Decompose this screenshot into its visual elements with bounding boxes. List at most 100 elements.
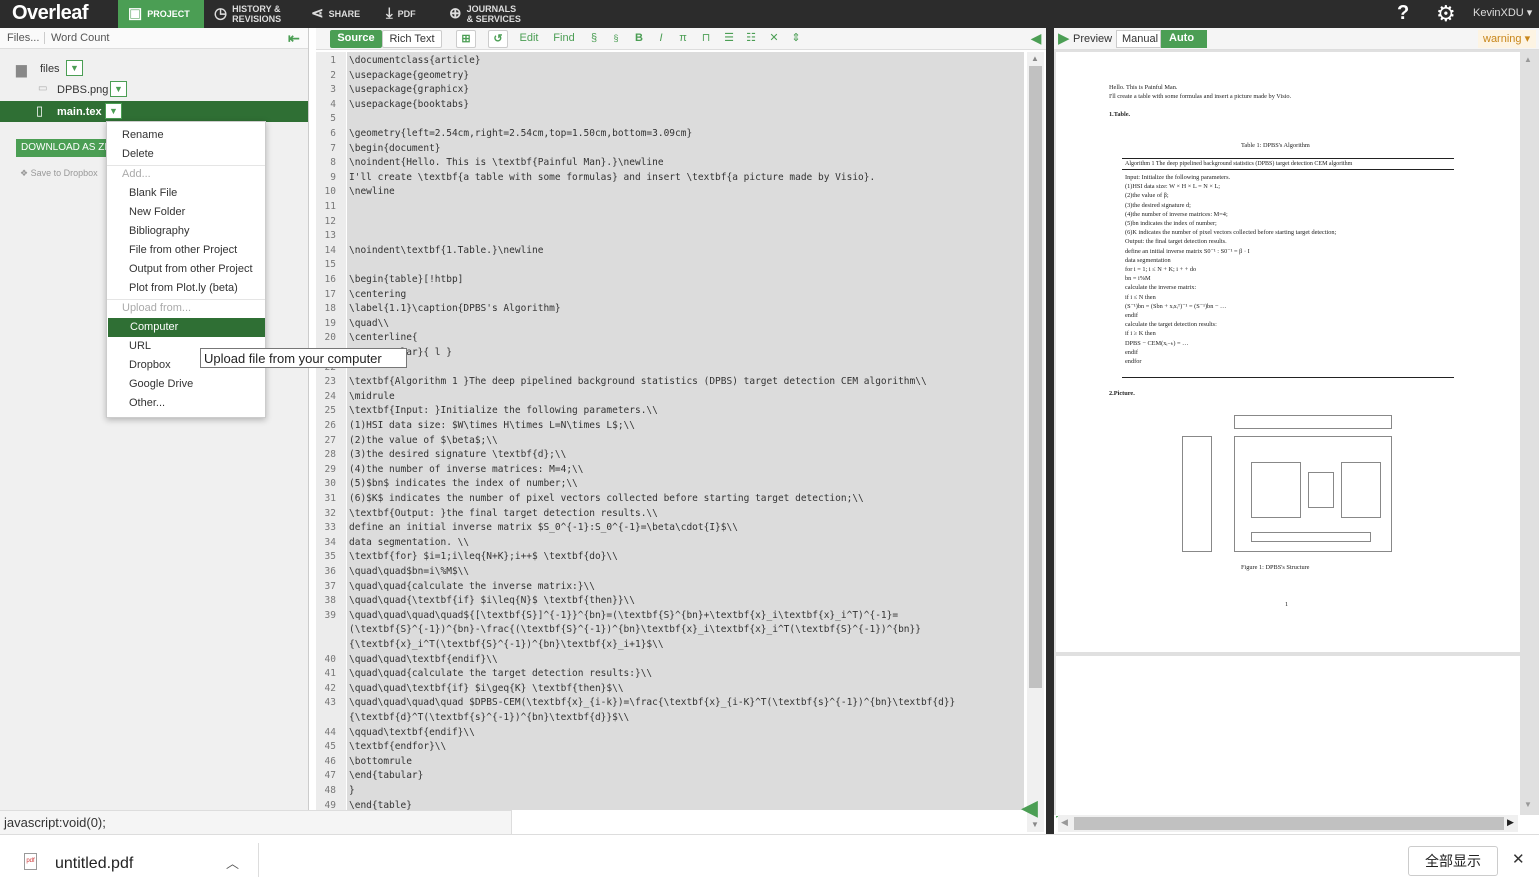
- warning-dropdown[interactable]: warning ▾: [1478, 30, 1536, 48]
- code-line[interactable]: (5)$bn$ indicates the index of number;\\: [349, 477, 578, 491]
- scroll-up-icon[interactable]: ▲: [1031, 54, 1039, 63]
- code-line[interactable]: (4)the number of inverse matrices: M=4;\…: [349, 463, 584, 477]
- code-line[interactable]: \midrule: [349, 390, 395, 404]
- code-line[interactable]: \textbf{Input: }Initialize the following…: [349, 404, 658, 418]
- menu-delete[interactable]: Delete: [107, 145, 265, 164]
- history-nav-button[interactable]: ◷HISTORY &REVISIONS: [214, 0, 294, 28]
- symbol-button[interactable]: ⊓: [700, 30, 712, 48]
- code-line[interactable]: \begin{table}[!htbp]: [349, 273, 463, 287]
- code-line[interactable]: (6)$K$ indicates the number of pixel vec…: [349, 492, 864, 506]
- menu-upload-google-drive[interactable]: Google Drive: [107, 375, 265, 394]
- code-line[interactable]: \begin{document}: [349, 142, 441, 156]
- code-line[interactable]: I'll create \textbf{a table with some fo…: [349, 171, 875, 185]
- code-line[interactable]: \quad\quad\textbf{if} $i\geq{K} \textbf{…: [349, 682, 624, 696]
- project-nav-button[interactable]: ▣PROJECT: [118, 0, 204, 28]
- code-editor[interactable]: \documentclass{article}\usepackage{geome…: [347, 52, 1024, 810]
- code-line[interactable]: \end{tabular}: [349, 769, 423, 783]
- code-line[interactable]: \textbf{for} $i=1;i\leq{N+K};i++$ \textb…: [349, 550, 618, 564]
- scroll-down-icon[interactable]: ▼: [1031, 820, 1039, 829]
- add-comment-icon[interactable]: ⊞: [456, 30, 476, 48]
- menu-file-other-project[interactable]: File from other Project: [107, 241, 265, 260]
- code-line[interactable]: \qquad\textbf{endif}\\: [349, 726, 475, 740]
- save-dropbox-link[interactable]: ❖ Save to Dropbox: [20, 168, 98, 179]
- code-line[interactable]: \end{table}: [349, 799, 412, 810]
- menu-upload-other[interactable]: Other...: [107, 394, 265, 413]
- file-dpbs-png[interactable]: DPBS.png: [57, 84, 108, 96]
- folder-menu-button[interactable]: ▼: [66, 60, 83, 76]
- collapse-icon[interactable]: ✕: [766, 30, 782, 48]
- file-main-tex-selected[interactable]: ▯ main.tex ▼: [0, 101, 308, 122]
- menu-bibliography[interactable]: Bibliography: [107, 222, 265, 241]
- menu-output-other-project[interactable]: Output from other Project: [107, 260, 265, 279]
- code-line[interactable]: \quad\quad\textbf{endif}\\: [349, 653, 498, 667]
- editor-scroll-thumb[interactable]: [1029, 66, 1042, 688]
- italic-button[interactable]: I: [655, 30, 667, 48]
- math-button[interactable]: π: [677, 30, 689, 48]
- bold-button[interactable]: B: [632, 30, 646, 48]
- code-line[interactable]: \label{1.1}\caption{DPBS's Algorithm}: [349, 302, 561, 316]
- code-line[interactable]: \usepackage{booktabs}: [349, 98, 469, 112]
- collapse-pane-icon[interactable]: ⇤: [288, 31, 304, 45]
- menu-rename[interactable]: Rename: [107, 126, 265, 145]
- code-line[interactable]: \noindent{Hello. This is \textbf{Painful…: [349, 156, 664, 170]
- history-toggle-icon[interactable]: ↺: [488, 30, 508, 48]
- download-filename[interactable]: untitled.pdf: [55, 855, 133, 873]
- expand-icon[interactable]: ⇕: [788, 30, 804, 48]
- journals-nav-button[interactable]: ⊕JOURNALS& SERVICES: [449, 0, 539, 28]
- recompile-arrow-icon[interactable]: ▶: [1058, 29, 1070, 47]
- hscroll-left-icon[interactable]: ◀: [1061, 817, 1068, 828]
- code-line[interactable]: \noindent\textbf{1.Table.}\newline: [349, 244, 543, 258]
- show-all-button[interactable]: 全部显示: [1408, 846, 1498, 876]
- find-button[interactable]: Find: [552, 30, 576, 48]
- code-line[interactable]: \quad\quad{calculate the inverse matrix:…: [349, 580, 595, 594]
- help-icon[interactable]: ?: [1397, 2, 1409, 25]
- code-line[interactable]: (\textbf{S}^{-1})^{bn}-\frac{(\textbf{S}…: [349, 623, 921, 637]
- code-line[interactable]: \centering: [349, 288, 406, 302]
- code-line[interactable]: data segmentation. \\: [349, 536, 469, 550]
- close-download-bar-icon[interactable]: ✕: [1512, 850, 1525, 868]
- code-line[interactable]: {\textbf{d}^T(\textbf{s}^{-1})^{bn}\text…: [349, 711, 629, 725]
- code-line[interactable]: {\textbf{x}_i^T(\textbf{S}^{-1})^{bn}\te…: [349, 638, 664, 652]
- code-line[interactable]: \bottomrule: [349, 755, 412, 769]
- gear-icon[interactable]: ⚙: [1436, 1, 1456, 27]
- word-count-tab[interactable]: Word Count: [44, 32, 110, 44]
- code-line[interactable]: \textbf{Output: }the final target detect…: [349, 507, 658, 521]
- code-line[interactable]: \quad\quad$bn=i\%M$\\: [349, 565, 469, 579]
- code-line[interactable]: define an initial inverse matrix $S_0^{-…: [349, 521, 738, 535]
- code-line[interactable]: }: [349, 784, 355, 798]
- preview-scroll-down-icon[interactable]: ▼: [1524, 800, 1532, 809]
- hscroll-right-icon[interactable]: ▶: [1507, 817, 1514, 828]
- menu-blank-file[interactable]: Blank File: [107, 184, 265, 203]
- files-tab[interactable]: Files...: [7, 32, 39, 44]
- expand-left-arrow-icon[interactable]: ◀: [1021, 795, 1038, 821]
- download-chevron-icon[interactable]: ︿: [226, 853, 239, 872]
- code-line[interactable]: \quad\quad\quad\quad${[\textbf{S}]^{-1}}…: [349, 609, 898, 623]
- code-line[interactable]: (1)HSI data size: $W\times H\times L=N\t…: [349, 419, 635, 433]
- code-line[interactable]: \quad\quad{calculate the target detectio…: [349, 667, 652, 681]
- code-line[interactable]: \newline: [349, 185, 395, 199]
- auto-compile-button[interactable]: Auto: [1161, 30, 1207, 48]
- file-menu-button[interactable]: ▼: [110, 81, 127, 97]
- preview-scroll-up-icon[interactable]: ▲: [1524, 55, 1532, 64]
- download-zip-button[interactable]: DOWNLOAD AS ZIP: [16, 139, 114, 157]
- menu-upload-computer[interactable]: Computer: [108, 318, 265, 337]
- source-mode-button[interactable]: Source: [330, 30, 382, 48]
- code-line[interactable]: \textbf{Algorithm 1 }The deep pipelined …: [349, 375, 927, 389]
- code-line[interactable]: \quad\\: [349, 317, 389, 331]
- rich-text-mode-button[interactable]: Rich Text: [382, 30, 442, 48]
- pane-splitter[interactable]: [1046, 28, 1054, 834]
- main-tex-menu-button[interactable]: ▼: [105, 103, 122, 119]
- numbered-list-icon[interactable]: ☰: [720, 30, 738, 48]
- folder-name[interactable]: files: [40, 63, 60, 75]
- code-line[interactable]: \usepackage{graphicx}: [349, 83, 469, 97]
- menu-plotly[interactable]: Plot from Plot.ly (beta): [107, 279, 265, 298]
- code-line[interactable]: \textbf{endfor}\\: [349, 740, 446, 754]
- code-line[interactable]: \geometry{left=2.54cm,right=2.54cm,top=1…: [349, 127, 692, 141]
- subsection-button[interactable]: §: [610, 30, 622, 48]
- user-menu[interactable]: KevinXDU ▾: [1473, 6, 1532, 19]
- hide-preview-arrow-icon[interactable]: ◀: [1028, 30, 1044, 48]
- code-line[interactable]: \usepackage{geometry}: [349, 69, 469, 83]
- edit-button[interactable]: Edit: [517, 30, 541, 48]
- code-line[interactable]: (3)the desired signature \textbf{d};\\: [349, 448, 566, 462]
- menu-new-folder[interactable]: New Folder: [107, 203, 265, 222]
